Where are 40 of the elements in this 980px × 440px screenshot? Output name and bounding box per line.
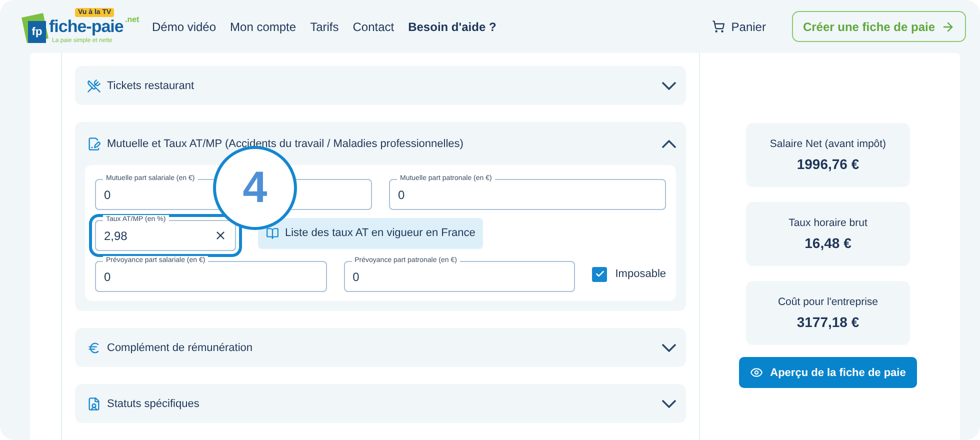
nav-link[interactable]: Besoin d'aide ? <box>408 20 496 34</box>
accordion-header[interactable]: Complément de rémunération <box>75 328 686 367</box>
nav-link[interactable]: Contact <box>352 20 394 34</box>
checkbox-label: Imposable <box>615 268 666 280</box>
chevron-icon <box>662 140 676 148</box>
section-icon <box>87 78 101 92</box>
section-icon <box>87 340 101 354</box>
summary-label: Coût pour l'entreprise <box>778 296 878 308</box>
nav-link[interactable]: Mon compte <box>230 20 296 34</box>
field-input[interactable]: 2,98 <box>104 228 214 242</box>
logo-text[interactable]: fiche-paie <box>49 16 124 36</box>
field-input[interactable]: 0 <box>398 188 657 202</box>
summary-label: Taux horaire brut <box>788 217 868 229</box>
summary-value: 1996,76 € <box>796 156 860 172</box>
field-input[interactable]: 0 <box>352 270 566 284</box>
accordion-header[interactable]: Statuts spécifiques <box>75 384 686 423</box>
clear-icon[interactable] <box>214 229 227 242</box>
section-icon <box>87 396 101 410</box>
chevron-icon <box>662 344 676 352</box>
checkbox[interactable]: Imposable <box>592 266 666 282</box>
summary-label: Salaire Net (avant impôt) <box>770 138 886 150</box>
nav-link[interactable]: Démo vidéo <box>152 20 216 34</box>
accordion-header[interactable]: Tickets restaurant <box>75 66 686 105</box>
arrow-icon <box>941 20 955 34</box>
logo-suffix: .net <box>125 14 140 24</box>
eye-icon <box>750 366 764 379</box>
preview-button[interactable]: Aperçu de la fiche de paie <box>739 357 917 388</box>
logo-mark: fp <box>28 20 46 42</box>
nav-link[interactable]: Tarifs <box>310 20 339 34</box>
field-input[interactable]: 0 <box>104 270 318 284</box>
cart-icon <box>712 20 726 33</box>
chevron-icon <box>662 400 676 408</box>
checkbox-box[interactable] <box>592 266 608 282</box>
book-icon <box>266 226 279 240</box>
summary-value: 3177,18 € <box>796 314 860 330</box>
cart-link[interactable]: Panier <box>712 20 766 34</box>
section-icon <box>87 136 101 150</box>
summary-value: 16,48 € <box>804 235 852 251</box>
chevron-icon <box>662 82 676 90</box>
link-button[interactable]: Liste des taux AT en vigueur en France <box>258 218 484 248</box>
